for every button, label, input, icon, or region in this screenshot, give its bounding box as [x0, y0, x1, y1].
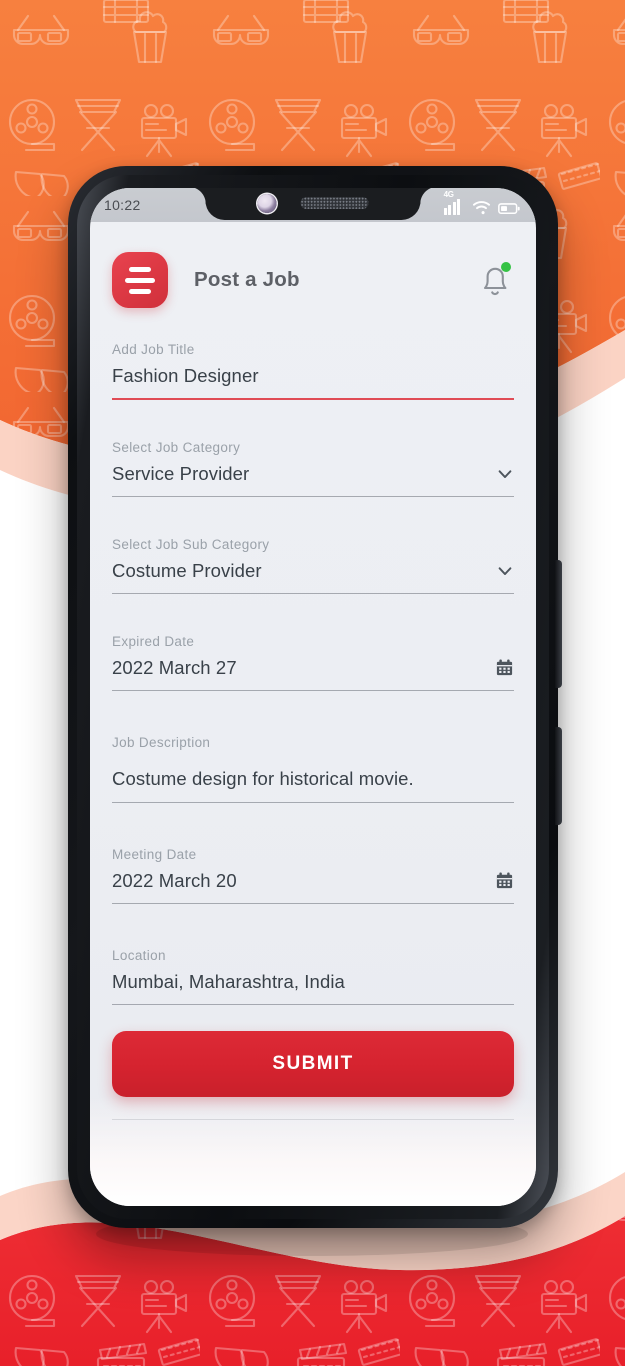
- power-button[interactable]: [555, 727, 562, 825]
- phone-screen: 10:22 4G Post a Job Add Job Title Fashio…: [90, 188, 536, 1206]
- field-label: Location: [112, 947, 166, 963]
- field-meeting-date: Meeting Date 2022 March 20: [112, 831, 514, 904]
- expired-date-input[interactable]: 2022 March 27: [112, 657, 485, 679]
- field-label: Expired Date: [112, 633, 195, 649]
- job-category-select[interactable]: Service Provider: [112, 463, 486, 485]
- field-label: Job Description: [112, 734, 211, 750]
- job-title-input[interactable]: Fashion Designer: [112, 365, 514, 387]
- battery-icon: [498, 203, 520, 215]
- phone-device: 10:22 4G Post a Job Add Job Title Fashio…: [68, 166, 562, 1228]
- notification-badge: [501, 262, 511, 272]
- field-underline: [112, 495, 514, 497]
- wifi-icon: [472, 201, 491, 215]
- field-label: Select Job Sub Category: [112, 536, 270, 552]
- field-job-sub-category: Select Job Sub Category Costume Provider: [112, 521, 514, 594]
- status-bar-clock: 10:22: [104, 197, 141, 213]
- field-location: Location Mumbai, Maharashtra, India: [112, 932, 514, 1005]
- network-type-label: 4G: [443, 190, 454, 199]
- calendar-icon[interactable]: [495, 658, 514, 677]
- job-description-input[interactable]: Costume design for historical movie.: [112, 768, 514, 790]
- front-camera-icon: [257, 193, 277, 213]
- display-notch: [205, 188, 421, 220]
- field-underline: [112, 902, 514, 904]
- field-job-category: Select Job Category Service Provider: [112, 424, 514, 497]
- field-underline: [112, 689, 514, 691]
- earpiece-speaker-icon: [300, 197, 369, 209]
- chevron-down-icon[interactable]: [496, 562, 514, 580]
- meeting-date-input[interactable]: 2022 March 20: [112, 870, 485, 892]
- app-header: Post a Job: [90, 222, 536, 308]
- status-bar: 10:22 4G: [90, 188, 536, 222]
- page-title: Post a Job: [194, 268, 300, 291]
- screenshot-stage: 10:22 4G Post a Job Add Job Title Fashio…: [0, 0, 625, 1366]
- volume-button[interactable]: [555, 560, 562, 688]
- calendar-icon[interactable]: [495, 871, 514, 890]
- post-job-form: Add Job Title Fashion Designer Select Jo…: [90, 308, 536, 1005]
- status-bar-icons: 4G: [443, 190, 520, 215]
- screen-bottom-glow: [90, 1096, 536, 1206]
- field-underline: [112, 801, 514, 803]
- field-underline: [112, 592, 514, 594]
- field-label: Select Job Category: [112, 439, 241, 455]
- job-sub-category-select[interactable]: Costume Provider: [112, 560, 486, 582]
- location-input[interactable]: Mumbai, Maharashtra, India: [112, 971, 514, 993]
- submit-button[interactable]: SUBMIT: [112, 1030, 514, 1097]
- bottom-divider: [112, 1118, 514, 1120]
- field-expired-date: Expired Date 2022 March 27: [112, 618, 514, 691]
- notification-bell-button[interactable]: [478, 261, 512, 299]
- signal-bars-icon: 4G: [443, 190, 465, 215]
- field-underline: [112, 1003, 514, 1005]
- submit-section: SUBMIT: [90, 1005, 536, 1097]
- hamburger-menu-icon[interactable]: [112, 252, 168, 308]
- field-job-title: Add Job Title Fashion Designer: [112, 326, 514, 400]
- field-label: Add Job Title: [112, 342, 195, 357]
- field-label: Meeting Date: [112, 846, 197, 862]
- chevron-down-icon[interactable]: [496, 465, 514, 483]
- field-job-description: Job Description Costume design for histo…: [112, 719, 514, 803]
